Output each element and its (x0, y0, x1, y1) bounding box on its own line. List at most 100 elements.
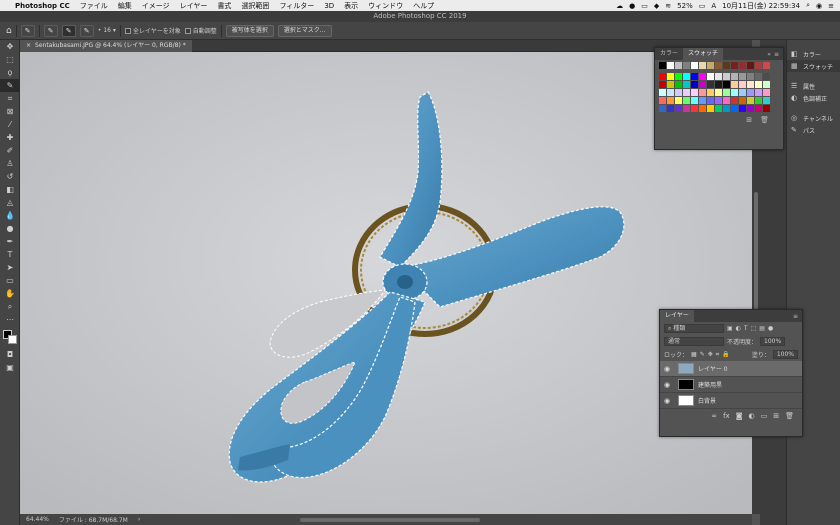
battery-icon[interactable]: ▭ (699, 2, 706, 10)
history-brush-tool-icon[interactable]: ↺ (0, 170, 20, 183)
tab-layers[interactable]: レイヤー (660, 310, 694, 322)
menu-edit[interactable]: 編集 (113, 1, 137, 11)
filter-adjustment-icon[interactable]: ◐ (736, 325, 741, 332)
horizontal-scrollbar[interactable] (300, 517, 481, 522)
link-icon[interactable]: ∞ (711, 412, 717, 420)
swatch-chip[interactable] (723, 73, 730, 80)
blend-mode-select[interactable]: 通常 (664, 337, 724, 346)
menu-type[interactable]: 書式 (212, 1, 236, 11)
dodge-tool-icon[interactable]: ● (0, 222, 20, 235)
swatch-chip[interactable] (667, 89, 674, 96)
close-icon[interactable]: × (26, 40, 31, 52)
swatch-chip[interactable] (675, 62, 682, 69)
filter-pixel-icon[interactable]: ▣ (727, 325, 733, 332)
filter-toggle-icon[interactable]: ● (768, 325, 773, 332)
frame-tool-icon[interactable]: ⊠ (0, 105, 20, 118)
swatch-chip[interactable] (747, 89, 754, 96)
swatch-chip[interactable] (659, 105, 666, 112)
swatch-chip[interactable] (683, 73, 690, 80)
layer-name[interactable]: 白背景 (698, 396, 716, 405)
lasso-tool-icon[interactable]: ϙ (0, 66, 20, 79)
dock-properties[interactable]: ☰ 属性 (787, 80, 840, 92)
panel-menu-icon[interactable]: ≡ (774, 51, 783, 58)
tab-swatches[interactable]: スウォッチ (683, 48, 724, 60)
new-selection-icon[interactable]: ✎ (43, 24, 58, 37)
lock-move-icon[interactable]: ✥ (708, 351, 713, 358)
swatch-chip[interactable] (667, 62, 674, 69)
swatch-chip[interactable] (723, 97, 730, 104)
menu-layer[interactable]: レイヤー (175, 1, 213, 11)
swatch-chip[interactable] (699, 105, 706, 112)
filter-type-icon[interactable]: T (744, 325, 748, 332)
menu-select[interactable]: 選択範囲 (236, 1, 274, 11)
swatch-chip[interactable] (747, 97, 754, 104)
visibility-eye-icon[interactable]: ◉ (660, 381, 674, 389)
swatch-chip[interactable] (731, 89, 738, 96)
notification-center-icon[interactable]: ≡ (828, 2, 834, 10)
swatch-chip[interactable] (747, 81, 754, 88)
clone-stamp-tool-icon[interactable]: ♙ (0, 157, 20, 170)
swatch-chip[interactable] (739, 73, 746, 80)
menubar-clock[interactable]: 10月11日(金) 22:59:34 (722, 1, 800, 11)
delete-swatch-icon[interactable]: 🗑 (760, 116, 769, 124)
paint-bucket-tool-icon[interactable]: ◬ (0, 196, 20, 209)
pen-tool-icon[interactable]: ✒ (0, 235, 20, 248)
swatch-chip[interactable] (659, 97, 666, 104)
lock-all-icon[interactable]: 🔒 (722, 351, 729, 358)
menu-window[interactable]: ウィンドウ (363, 1, 408, 11)
swatch-chip[interactable] (723, 89, 730, 96)
more-tools-icon[interactable]: ⋯ (0, 313, 20, 326)
swatch-chip[interactable] (699, 73, 706, 80)
new-layer-icon[interactable]: ⊞ (773, 412, 779, 420)
brush-tool-icon[interactable]: ✐ (0, 144, 20, 157)
swatch-chip[interactable] (675, 81, 682, 88)
auto-enhance-checkbox[interactable]: 自動調整 (184, 26, 217, 35)
swatch-chip[interactable] (723, 105, 730, 112)
layer-row[interactable]: ◉ レイヤー 0 (660, 361, 802, 377)
healing-brush-tool-icon[interactable]: ✚ (0, 131, 20, 144)
swatch-chip[interactable] (675, 105, 682, 112)
menu-file[interactable]: ファイル (75, 1, 113, 11)
dropbox-icon[interactable]: ◆ (654, 2, 659, 10)
document-tab[interactable]: × Sentakubasami.JPG @ 64.4% (レイヤー 0, RGB… (20, 39, 192, 52)
siri-icon[interactable]: ◉ (816, 2, 822, 10)
swatch-chip[interactable] (763, 105, 770, 112)
swatch-chip[interactable] (731, 62, 738, 69)
swatch-chip[interactable] (715, 81, 722, 88)
dock-swatches[interactable]: ▦ スウォッチ (787, 60, 840, 72)
dock-channels[interactable]: ◎ チャンネル (787, 112, 840, 124)
swatch-chip[interactable] (723, 81, 730, 88)
swatch-chip[interactable] (659, 81, 666, 88)
swatch-chip[interactable] (683, 89, 690, 96)
swatch-chip[interactable] (707, 89, 714, 96)
swatch-chip[interactable] (659, 73, 666, 80)
swatch-chip[interactable] (691, 73, 698, 80)
eraser-tool-icon[interactable]: ◧ (0, 183, 20, 196)
input-language-icon[interactable]: A (711, 2, 716, 10)
background-color[interactable] (8, 335, 17, 344)
home-icon[interactable]: ⌂ (6, 26, 12, 36)
swatch-chip[interactable] (715, 105, 722, 112)
swatch-chip[interactable] (707, 97, 714, 104)
swatch-chip[interactable] (683, 62, 690, 69)
swatch-chip[interactable] (715, 62, 722, 69)
swatch-chip[interactable] (731, 81, 738, 88)
swatch-chip[interactable] (755, 62, 762, 69)
quick-selection-tool-icon[interactable]: ✎ (0, 79, 20, 92)
fill-input[interactable]: 100% (772, 350, 798, 359)
swatch-chip[interactable] (699, 97, 706, 104)
swatch-chip[interactable] (691, 62, 698, 69)
menu-filter[interactable]: フィルター (274, 1, 319, 11)
path-selection-tool-icon[interactable]: ➤ (0, 261, 20, 274)
folder-icon[interactable]: ▭ (761, 412, 768, 420)
type-tool-icon[interactable]: T (0, 248, 20, 261)
tab-color[interactable]: カラー (655, 48, 683, 60)
quick-mask-icon[interactable]: ◘ (0, 348, 20, 361)
swatch-chip[interactable] (675, 89, 682, 96)
menu-3d[interactable]: 3D (319, 2, 339, 10)
visibility-eye-icon[interactable]: ◉ (660, 365, 674, 373)
blur-tool-icon[interactable]: 💧 (0, 209, 20, 222)
dock-adjustments[interactable]: ◐ 色調補正 (787, 92, 840, 104)
swatch-chip[interactable] (739, 105, 746, 112)
dock-paths[interactable]: ✎ パス (787, 124, 840, 136)
